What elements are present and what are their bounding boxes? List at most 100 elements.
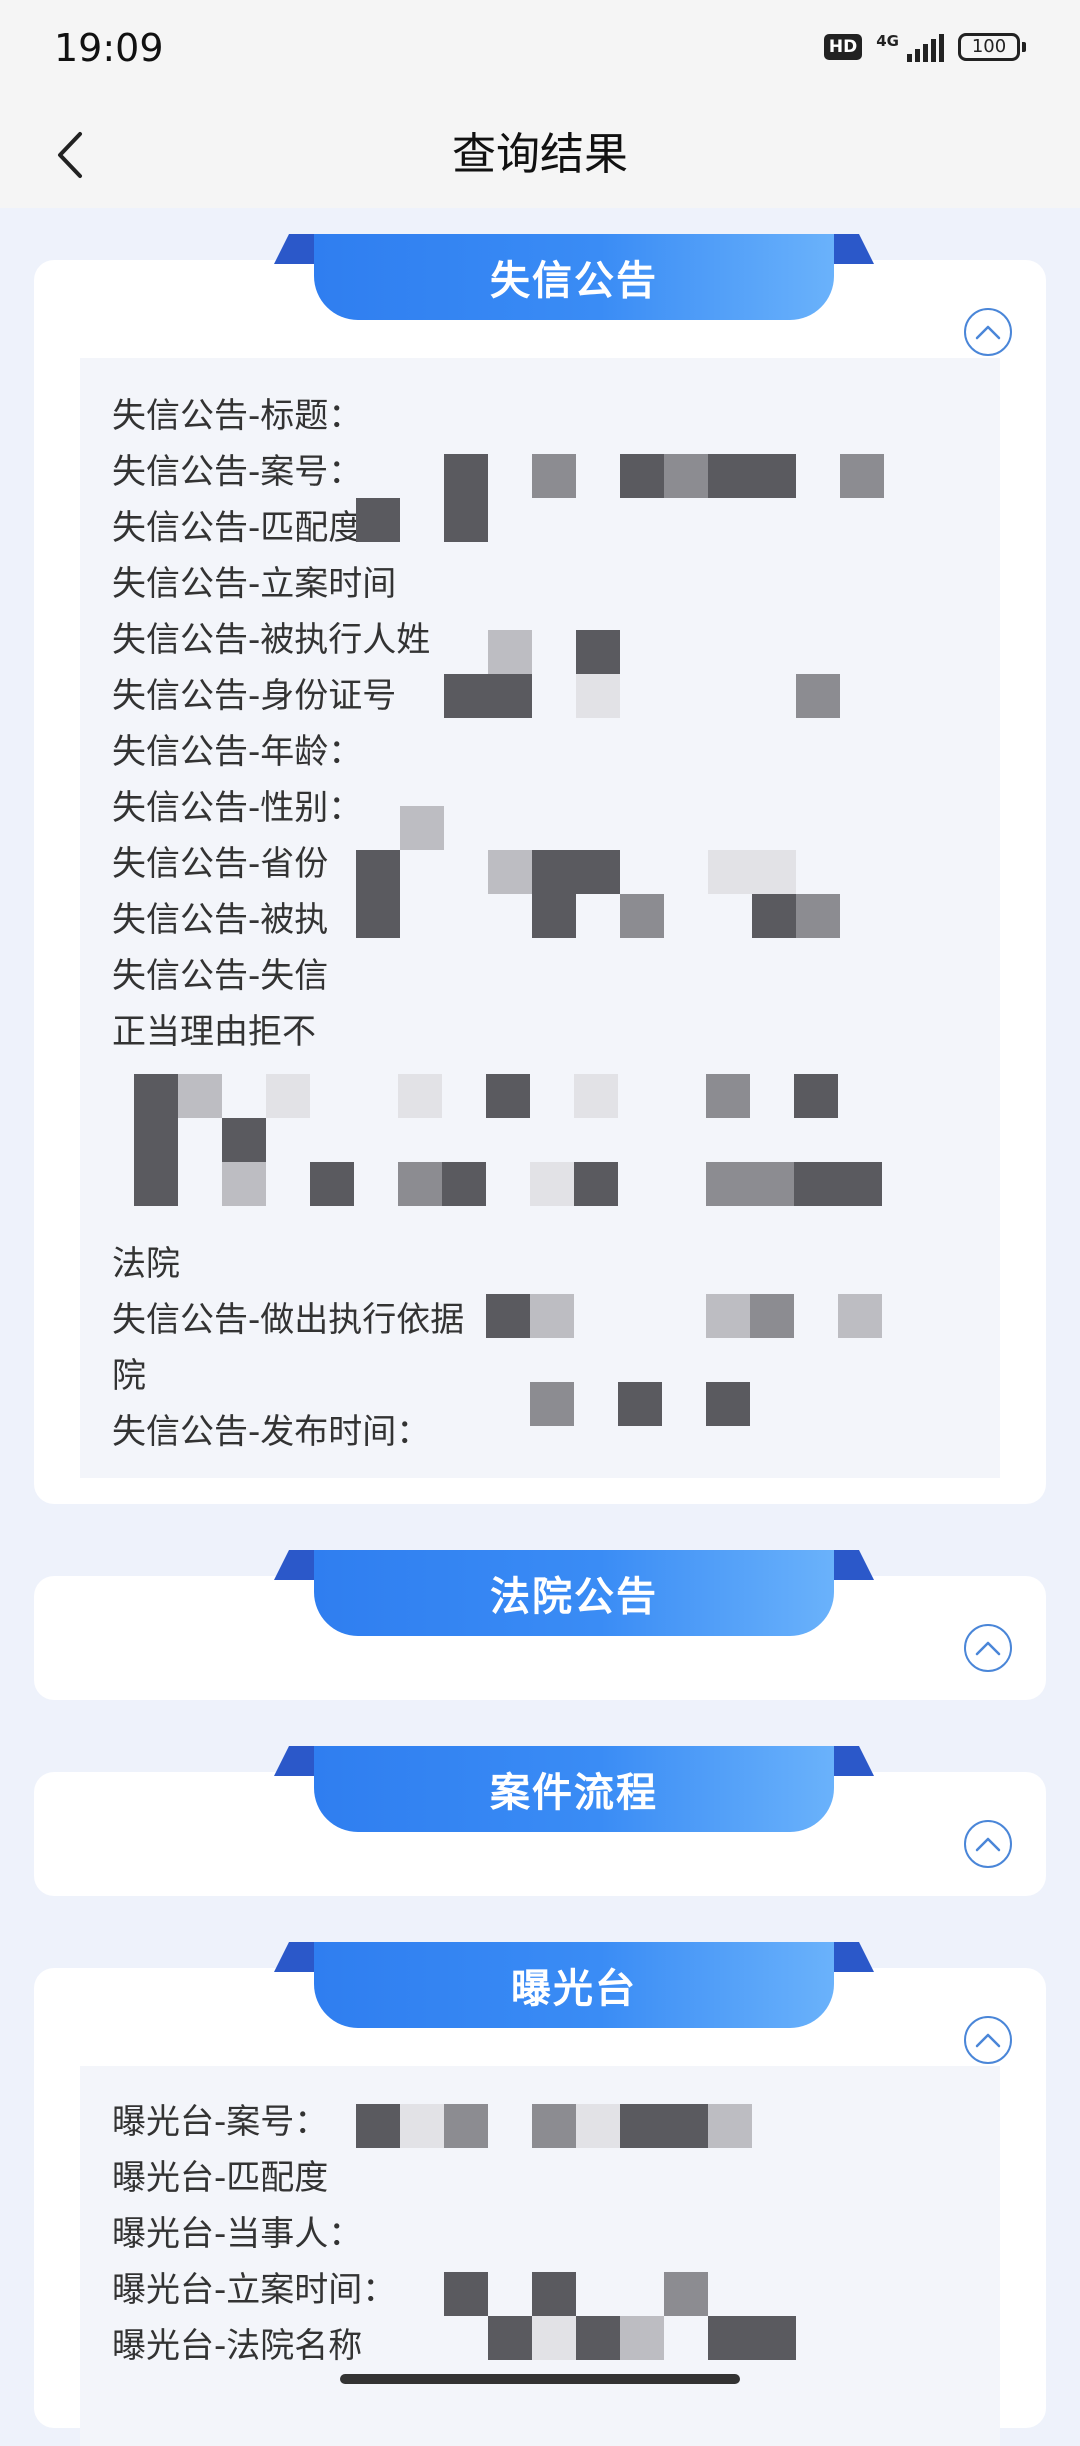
redacted-block — [356, 2104, 400, 2148]
section-title: 失信公告 — [490, 258, 658, 304]
section-tab-case-flow[interactable]: 案件流程 — [274, 1746, 874, 1836]
info-line: 失信公告-身份证号 — [112, 676, 397, 716]
redacted-block — [486, 1294, 530, 1338]
redacted-block — [310, 1162, 354, 1206]
redacted-block — [486, 1074, 530, 1118]
home-indicator[interactable] — [340, 2374, 740, 2384]
redacted-block — [398, 1162, 442, 1206]
redacted-block — [532, 454, 576, 498]
redacted-block — [530, 1294, 574, 1338]
redacted-block — [444, 454, 488, 542]
redacted-block — [574, 1162, 618, 1206]
info-line: 失信公告-性别： — [112, 788, 363, 828]
redacted-block — [620, 894, 664, 938]
redacted-block — [530, 1382, 574, 1426]
redacted-block — [708, 850, 796, 894]
redacted-block — [532, 850, 620, 894]
redacted-block — [444, 2104, 488, 2148]
redacted-block — [708, 2316, 796, 2360]
info-box-exposure: 曝光台-案号： 曝光台-匹配度 曝光台-当事人： 曝光台-立案时间： 曝光台-法… — [80, 2066, 1000, 2446]
chevron-up-icon — [975, 325, 1001, 340]
redacted-block — [178, 1074, 222, 1118]
redacted-block — [222, 1162, 266, 1206]
redacted-block — [576, 2316, 620, 2360]
info-line: 曝光台-当事人： — [112, 2214, 363, 2254]
redacted-block — [488, 850, 532, 894]
redacted-block — [840, 454, 884, 498]
redacted-block — [444, 674, 532, 718]
info-line: 曝光台-匹配度 — [112, 2158, 329, 2198]
section-tab-exposure[interactable]: 曝光台 — [274, 1942, 874, 2032]
section-card-exposure: 曝光台 曝光台-案号： 曝光台-匹配度 曝光台-当事人： 曝光台-立案时间： 曝… — [34, 1942, 1046, 2446]
status-bar: 19:09 HD 4G 100 — [0, 0, 1080, 100]
redacted-block — [488, 2316, 532, 2360]
redacted-block — [442, 1162, 486, 1206]
collapse-button[interactable] — [964, 308, 1012, 356]
info-line: 正当理由拒不 — [112, 1012, 316, 1052]
redacted-block — [488, 630, 532, 674]
redacted-block — [796, 894, 840, 938]
section-card-dishonest: 失信公告 失信公告-标题： 失信公告-案号： 失信公告-匹配度 失信公告-立案时… — [34, 234, 1046, 1504]
collapse-button[interactable] — [964, 2016, 1012, 2064]
collapse-button[interactable] — [964, 1624, 1012, 1672]
redacted-block — [794, 1162, 882, 1206]
chevron-up-icon — [975, 1837, 1001, 1852]
redacted-block — [356, 850, 400, 938]
info-box-dishonest: 失信公告-标题： 失信公告-案号： 失信公告-匹配度 失信公告-立案时间 失信公… — [80, 358, 1000, 1478]
redacted-block — [706, 1382, 750, 1426]
signal-icon — [907, 32, 944, 62]
info-line: 失信公告-年龄： — [112, 732, 363, 772]
info-line: 法院 — [112, 1244, 180, 1284]
redacted-block — [576, 630, 620, 674]
redacted-block — [134, 1074, 178, 1206]
redacted-block — [620, 2316, 664, 2360]
redacted-block — [664, 2272, 708, 2316]
redacted-block — [706, 1074, 750, 1118]
info-line: 失信公告-匹配度 — [112, 508, 363, 548]
info-line: 失信公告-立案时间 — [112, 564, 397, 604]
redacted-block — [532, 894, 576, 938]
hd-icon: HD — [823, 34, 863, 60]
redacted-block — [708, 2104, 752, 2148]
redacted-block — [356, 498, 400, 542]
info-line: 失信公告-标题： — [112, 396, 363, 436]
redacted-block — [444, 2272, 488, 2316]
status-icons: HD 4G 100 — [823, 32, 1026, 62]
info-line: 失信公告-失信 — [112, 956, 329, 996]
redacted-block — [576, 674, 620, 718]
chevron-up-icon — [975, 1641, 1001, 1656]
info-line: 失信公告-被执行人姓 — [112, 620, 431, 660]
redacted-block — [400, 806, 444, 850]
section-tab-court-notice[interactable]: 法院公告 — [274, 1550, 874, 1640]
redacted-block — [530, 1162, 574, 1206]
section-tab-dishonest: 失信公告 — [274, 234, 874, 324]
redacted-block — [838, 1294, 882, 1338]
redacted-block — [706, 1294, 750, 1338]
collapse-button[interactable] — [964, 1820, 1012, 1868]
redacted-block — [398, 1074, 442, 1118]
status-time: 19:09 — [54, 26, 164, 70]
section-card-case-flow: 案件流程 — [34, 1746, 1046, 1896]
redacted-block — [796, 674, 840, 718]
section-title: 法院公告 — [490, 1574, 658, 1620]
nav-bar: 查询结果 — [0, 100, 1080, 208]
redacted-block — [620, 454, 796, 498]
redacted-block — [750, 1294, 794, 1338]
redacted-block — [532, 2272, 576, 2316]
redacted-block — [752, 894, 796, 938]
redacted-block — [620, 2104, 708, 2148]
redacted-block — [576, 2104, 620, 2148]
section-title: 案件流程 — [490, 1770, 658, 1816]
section-title: 曝光台 — [511, 1966, 637, 2012]
redacted-block — [222, 1118, 266, 1162]
section-card-court-notice: 法院公告 — [34, 1550, 1046, 1700]
page-title: 查询结果 — [452, 129, 628, 180]
redacted-block — [664, 454, 708, 498]
network-type: 4G — [876, 32, 899, 50]
redacted-block — [532, 2316, 576, 2360]
redacted-block — [618, 1382, 662, 1426]
redacted-block — [400, 2104, 444, 2148]
redacted-block — [532, 2104, 576, 2148]
redacted-block — [794, 1074, 838, 1118]
chevron-up-icon — [975, 2033, 1001, 2048]
